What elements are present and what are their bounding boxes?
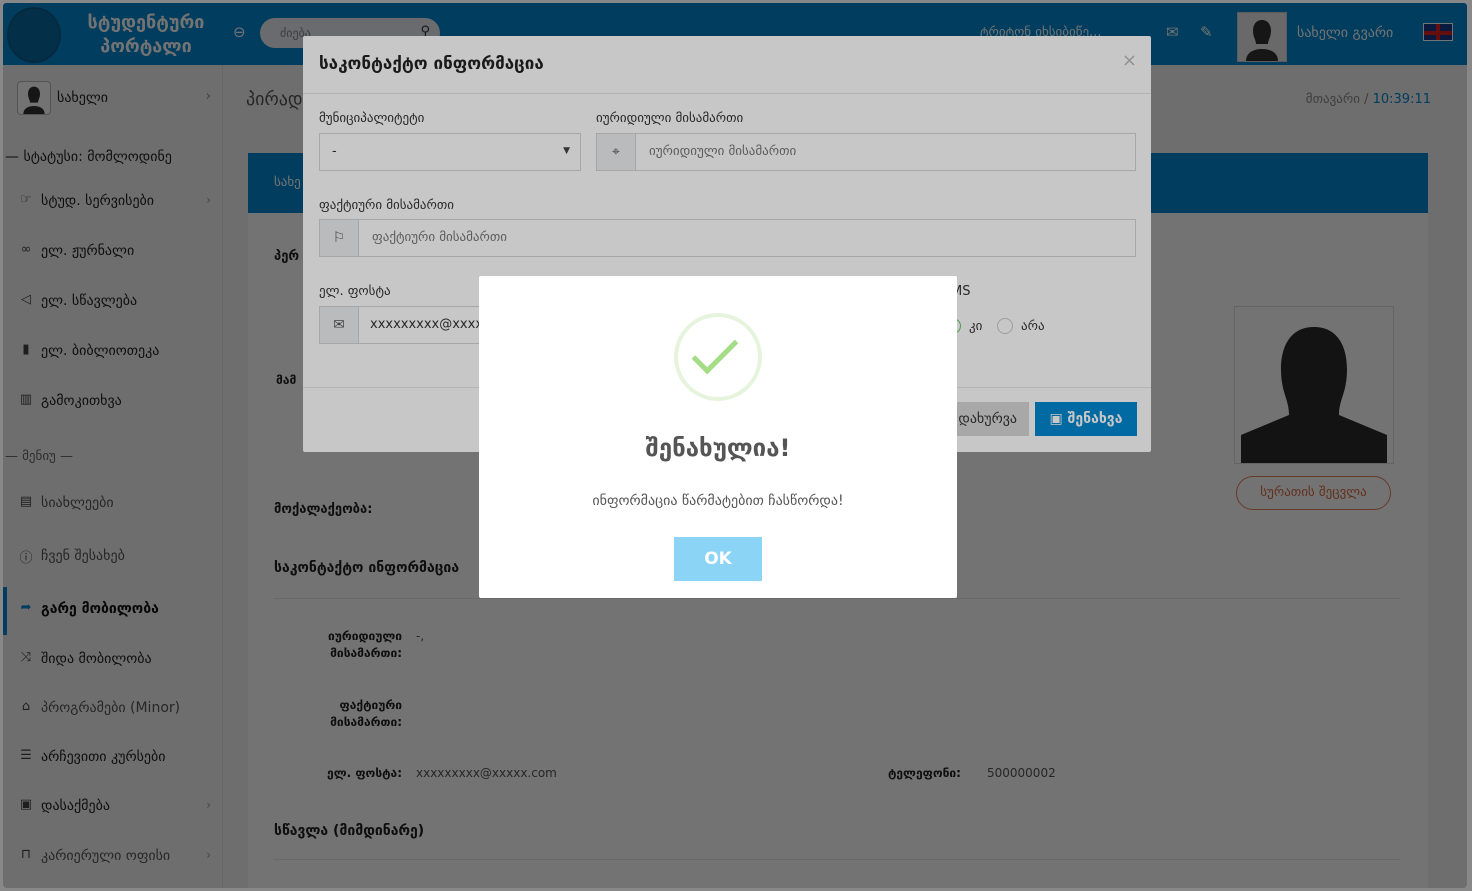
alert-message: ინფორმაცია წარმატებით ჩასწორდა! bbox=[592, 493, 844, 509]
success-check-icon bbox=[674, 313, 762, 401]
success-alert: შენახულია! ინფორმაცია წარმატებით ჩასწორდ… bbox=[479, 276, 957, 598]
alert-title: შენახულია! bbox=[645, 434, 791, 462]
ok-button[interactable]: OK bbox=[674, 537, 762, 581]
browser-frame: სტუდენტური პორტალი ⊖ ძიება ⚲ ტრიტონ იხსი… bbox=[3, 3, 1467, 888]
